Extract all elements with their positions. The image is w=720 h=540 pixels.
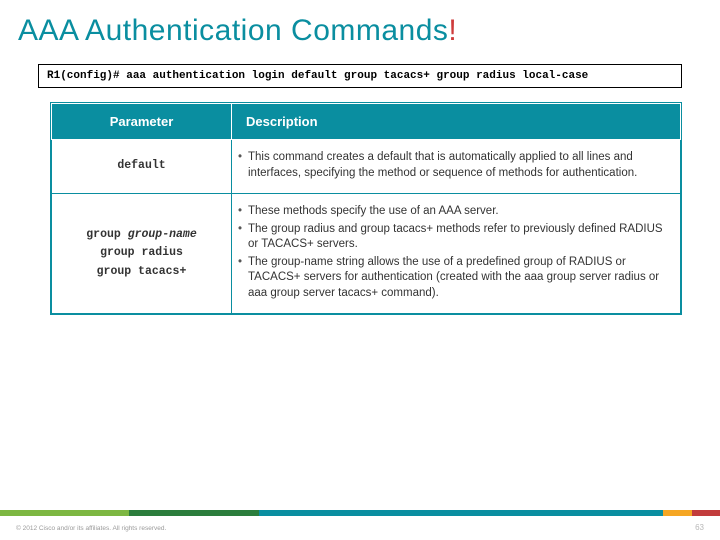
footer-seg [0, 510, 129, 516]
title-text: AAA Authentication Commands [18, 14, 448, 47]
copyright: © 2012 Cisco and/or its affiliates. All … [16, 525, 166, 532]
desc-cell: These methods specify the use of an AAA … [232, 194, 681, 314]
param-line: group tacacs+ [97, 265, 187, 278]
footer-seg [692, 510, 720, 516]
header-parameter: Parameter [52, 104, 232, 140]
header-description: Description [232, 104, 681, 140]
table-row: default This command creates a default t… [52, 140, 681, 194]
command-line-box: R1(config)# aaa authentication login def… [38, 64, 682, 88]
command-line-text: R1(config)# aaa authentication login def… [47, 70, 588, 82]
footer-seg [129, 510, 258, 516]
table-row: group group-name group radius group taca… [52, 194, 681, 314]
desc-bullet: This command creates a default that is a… [238, 150, 666, 181]
param-cell: default [52, 140, 232, 194]
footer-bar [0, 510, 720, 516]
footer-seg [259, 510, 664, 516]
page-number: 63 [695, 523, 704, 532]
param-default: default [117, 159, 165, 172]
footer-seg [663, 510, 691, 516]
table-header-row: Parameter Description [52, 104, 681, 140]
param-cell: group group-name group radius group taca… [52, 194, 232, 314]
desc-bullet: The group radius and group tacacs+ metho… [238, 222, 666, 253]
desc-cell: This command creates a default that is a… [232, 140, 681, 194]
parameter-table: Parameter Description default This comma… [50, 102, 682, 315]
param-line: group group-name [86, 228, 196, 241]
desc-bullet: The group-name string allows the use of … [238, 255, 666, 302]
param-groupname: group-name [128, 228, 197, 241]
title-bang: ! [448, 14, 457, 47]
param-line: group radius [100, 246, 183, 259]
desc-bullet: These methods specify the use of an AAA … [238, 204, 666, 220]
page-title: AAA Authentication Commands! [0, 0, 720, 58]
